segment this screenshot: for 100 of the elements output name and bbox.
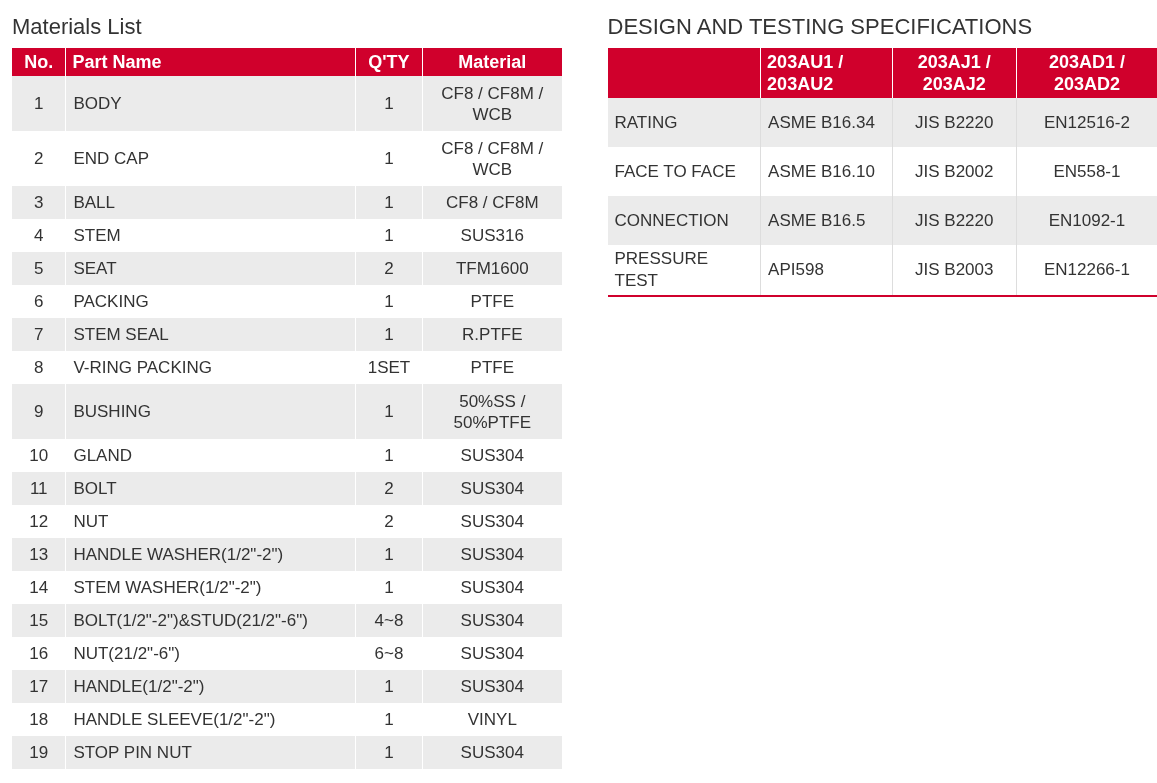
- table-cell: 8: [12, 351, 66, 384]
- table-cell: 2: [355, 252, 423, 285]
- table-cell: 6: [12, 285, 66, 318]
- table-cell: 9: [12, 384, 66, 439]
- table-cell: 1: [355, 538, 423, 571]
- table-cell: 1: [355, 131, 423, 186]
- table-cell: SUS304: [422, 472, 562, 505]
- table-cell: 2: [355, 472, 423, 505]
- table-cell: EN558-1: [1016, 147, 1157, 196]
- row-label: CONNECTION: [607, 196, 761, 245]
- table-cell: 12: [12, 505, 66, 538]
- table-cell: EN12266-1: [1016, 245, 1157, 296]
- table-cell: ASME B16.10: [760, 147, 893, 196]
- table-cell: API598: [760, 245, 893, 296]
- table-cell: HANDLE SLEEVE(1/2"-2"): [65, 703, 356, 736]
- table-cell: STEM SEAL: [65, 318, 356, 351]
- table-cell: 18: [12, 703, 66, 736]
- table-cell: SUS304: [422, 538, 562, 571]
- table-cell: 3: [12, 186, 66, 219]
- table-cell: 1: [355, 318, 423, 351]
- table-cell: BALL: [65, 186, 356, 219]
- table-cell: 7: [12, 318, 66, 351]
- table-cell: 1: [355, 384, 423, 439]
- table-cell: V-RING PACKING: [65, 351, 356, 384]
- table-cell: NUT(21/2"-6"): [65, 637, 356, 670]
- table-cell: 14: [12, 571, 66, 604]
- table-cell: 5: [12, 252, 66, 285]
- table-cell: 1SET: [355, 351, 423, 384]
- table-cell: NUT: [65, 505, 356, 538]
- table-cell: JIS B2220: [892, 196, 1017, 245]
- section-title: Materials List: [12, 13, 143, 41]
- table-cell: PTFE: [422, 351, 562, 384]
- table-cell: TFM1600: [422, 252, 562, 285]
- table-cell: HANDLE WASHER(1/2"-2"): [65, 538, 356, 571]
- table-cell: SUS304: [422, 505, 562, 538]
- table-cell: 50%SS / 50%PTFE: [422, 384, 562, 439]
- table-cell: 1: [355, 439, 423, 472]
- table-cell: 4: [12, 219, 66, 252]
- table-cell: CF8 / CF8M / WCB: [422, 76, 562, 131]
- table-cell: SUS316: [422, 219, 562, 252]
- table-cell: JIS B2002: [892, 147, 1017, 196]
- table-cell: PACKING: [65, 285, 356, 318]
- table-cell: BODY: [65, 76, 356, 131]
- table-cell: 16: [12, 637, 66, 670]
- table-cell: STOP PIN NUT: [65, 736, 356, 769]
- table-cell: 13: [12, 538, 66, 571]
- table-cell: JIS B2220: [892, 98, 1017, 147]
- table-cell: ASME B16.34: [760, 98, 893, 147]
- table-cell: BOLT: [65, 472, 356, 505]
- column-header: 203AU1 / 203AU2: [760, 48, 893, 98]
- table-cell: EN1092-1: [1016, 196, 1157, 245]
- table-cell: R.PTFE: [422, 318, 562, 351]
- table-cell: JIS B2003: [892, 245, 1017, 296]
- table-cell: 1: [12, 76, 66, 131]
- table-cell: 1: [355, 703, 423, 736]
- column-header: Material: [422, 48, 562, 76]
- table-cell: 10: [12, 439, 66, 472]
- table-cell: 1: [355, 670, 423, 703]
- table-cell: CF8 / CF8M / WCB: [422, 131, 562, 186]
- table-cell: 1: [355, 736, 423, 769]
- column-header: Q'TY: [355, 48, 423, 76]
- table-cell: CF8 / CF8M: [422, 186, 562, 219]
- table-cell: 15: [12, 604, 66, 637]
- table-cell: SUS304: [422, 439, 562, 472]
- table-cell: 4~8: [355, 604, 423, 637]
- column-header: 203AJ1 / 203AJ2: [892, 48, 1017, 98]
- table-cell: STEM WASHER(1/2"-2"): [65, 571, 356, 604]
- table-cell: SEAT: [65, 252, 356, 285]
- table-cell: 1: [355, 571, 423, 604]
- table-cell: 2: [12, 131, 66, 186]
- column-header: No.: [12, 48, 66, 76]
- table-cell: EN12516-2: [1016, 98, 1157, 147]
- table-cell: 1: [355, 186, 423, 219]
- table-cell: SUS304: [422, 637, 562, 670]
- table-cell: SUS304: [422, 571, 562, 604]
- table-cell: 1: [355, 285, 423, 318]
- column-header: Part Name: [65, 48, 356, 76]
- table-cell: 1: [355, 219, 423, 252]
- table-cell: 11: [12, 472, 66, 505]
- table-cell: END CAP: [65, 131, 356, 186]
- table-cell: 17: [12, 670, 66, 703]
- table-cell: SUS304: [422, 670, 562, 703]
- row-label: RATING: [607, 98, 761, 147]
- table-cell: 6~8: [355, 637, 423, 670]
- column-header: 203AD1 / 203AD2: [1016, 48, 1157, 98]
- table-cell: 2: [355, 505, 423, 538]
- table-cell: BOLT(1/2"-2")&STUD(21/2"-6"): [65, 604, 356, 637]
- table-cell: ASME B16.5: [760, 196, 893, 245]
- table-cell: 19: [12, 736, 66, 769]
- table-cell: HANDLE(1/2"-2"): [65, 670, 356, 703]
- table-cell: SUS304: [422, 736, 562, 769]
- row-label: FACE TO FACE: [607, 147, 761, 196]
- row-label: PRESSURE TEST: [607, 245, 761, 296]
- section-title: DESIGN AND TESTING SPECIFICATIONS: [607, 13, 1034, 41]
- table-cell: STEM: [65, 219, 356, 252]
- table-cell: GLAND: [65, 439, 356, 472]
- table-cell: SUS304: [422, 604, 562, 637]
- table-cell: VINYL: [422, 703, 562, 736]
- table-cell: PTFE: [422, 285, 562, 318]
- table-cell: BUSHING: [65, 384, 356, 439]
